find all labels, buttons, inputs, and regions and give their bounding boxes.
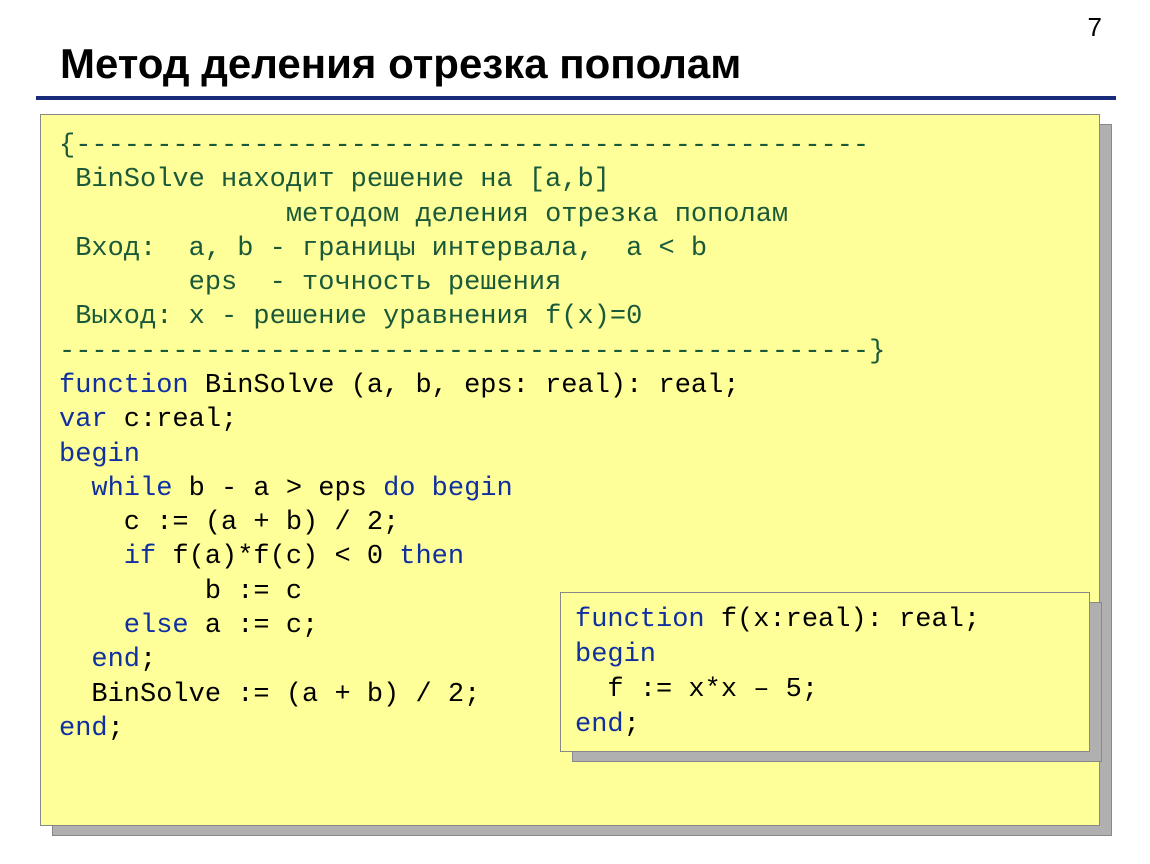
keyword: begin [575, 640, 656, 670]
keyword: end [59, 645, 140, 675]
code-text: f(a)*f(c) < 0 [156, 542, 399, 572]
code-text: a := c; [189, 611, 319, 641]
comment-line: BinSolve находит решение на [a,b] [59, 165, 610, 195]
code-text: ; [108, 714, 124, 744]
code-text: BinSolve (a, b, eps: real): real; [189, 371, 740, 401]
page-number: 7 [1088, 12, 1102, 43]
keyword: do begin [383, 474, 513, 504]
keyword: end [59, 714, 108, 744]
code-text: c:real; [108, 405, 238, 435]
comment-line: Вход: a, b - границы интервала, a < b [59, 234, 707, 264]
comment-line: {---------------------------------------… [59, 131, 869, 161]
comment-line: ----------------------------------------… [59, 337, 885, 367]
keyword: end [575, 710, 624, 740]
keyword: if [59, 542, 156, 572]
code-text: ; [624, 710, 640, 740]
keyword: function [59, 371, 189, 401]
code-box-sub: function f(x:real): real; begin f := x*x… [560, 592, 1090, 752]
code-text: f := x*x – 5; [575, 675, 818, 705]
keyword: while [59, 474, 172, 504]
keyword: var [59, 405, 108, 435]
comment-line: методом деления отрезка пополам [59, 200, 788, 230]
title-underline [36, 96, 1116, 100]
keyword: then [399, 542, 464, 572]
code-text: c := (a + b) / 2; [59, 508, 399, 538]
slide-title: Метод деления отрезка пополам [60, 40, 741, 88]
comment-line: eps - точность решения [59, 268, 561, 298]
comment-line: Выход: x - решение уравнения f(x)=0 [59, 302, 642, 332]
code-text: b - a > eps [172, 474, 383, 504]
keyword: begin [59, 440, 140, 470]
code-text: b := c [59, 577, 302, 607]
keyword: else [59, 611, 189, 641]
keyword: function [575, 605, 705, 635]
code-text: ; [140, 645, 156, 675]
code-text: BinSolve := (a + b) / 2; [59, 680, 480, 710]
code-text: f(x:real): real; [705, 605, 980, 635]
